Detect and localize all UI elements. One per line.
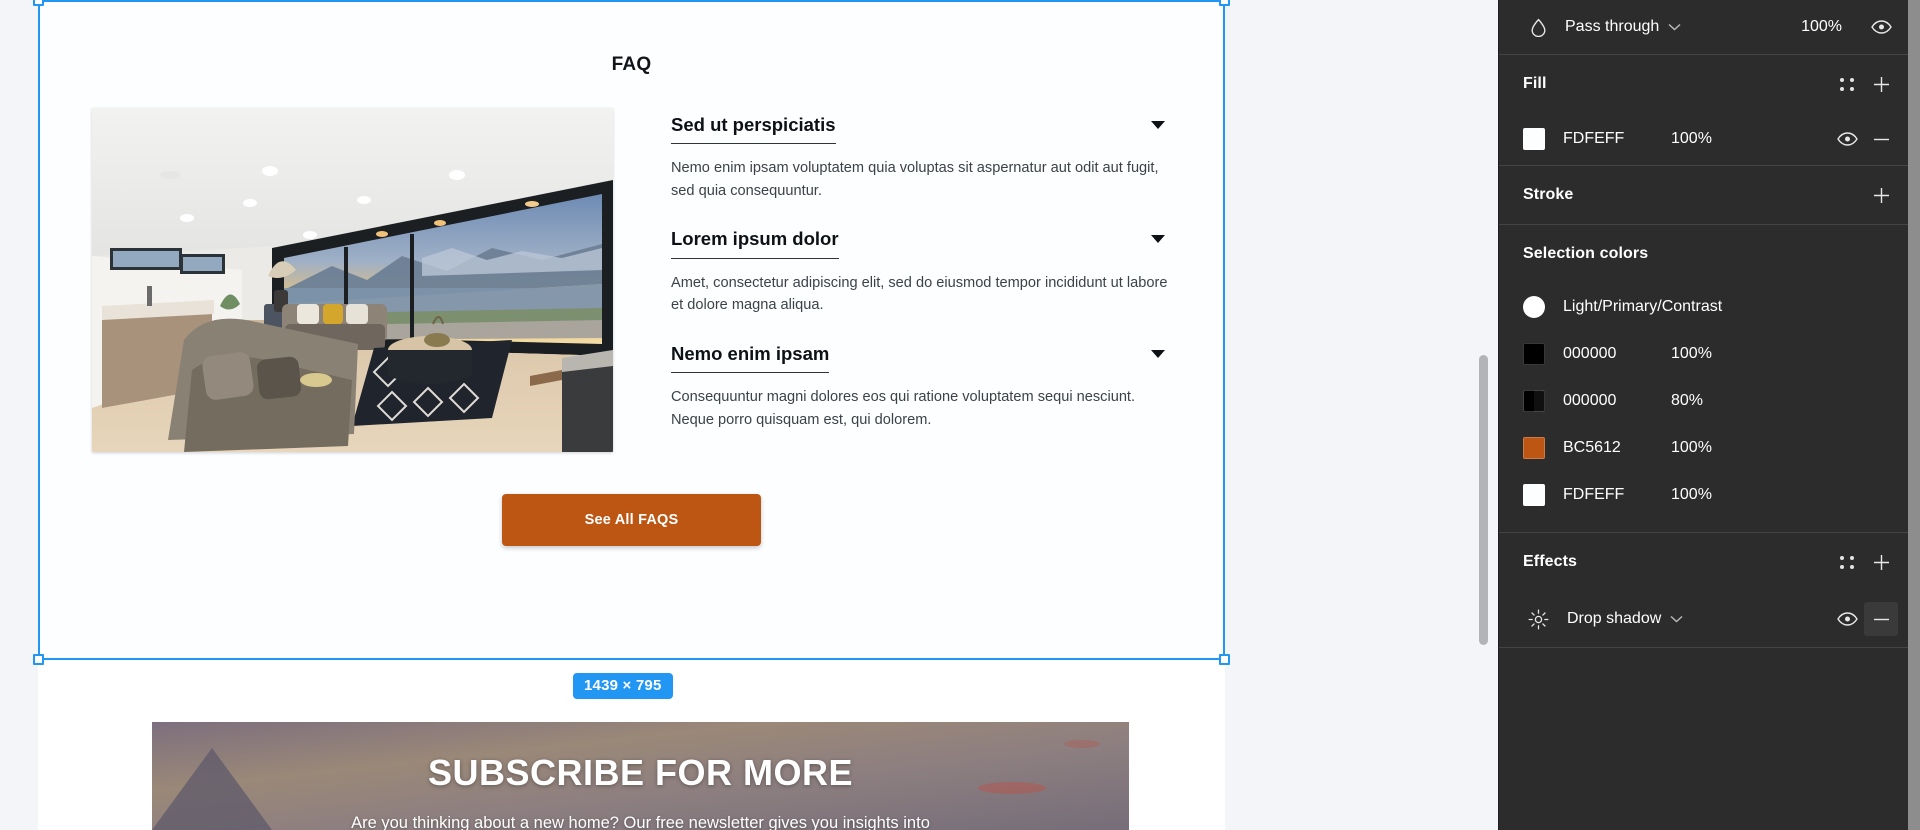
subscribe-content: SUBSCRIBE FOR MORE Are you thinking abou… xyxy=(152,722,1129,830)
stroke-title: Stroke xyxy=(1523,186,1574,203)
minus-icon[interactable] xyxy=(1864,122,1898,156)
faq-question-row[interactable]: Nemo enim ipsam xyxy=(671,343,1175,374)
stroke-section: Stroke xyxy=(1499,166,1920,225)
see-all-faqs-button[interactable]: See All FAQS xyxy=(502,494,761,546)
selection-color-swatch[interactable] xyxy=(1523,389,1545,412)
plus-icon[interactable] xyxy=(1864,178,1898,212)
selection-color-swatch[interactable] xyxy=(1523,295,1545,318)
faq-question-label: Lorem ipsum dolor xyxy=(671,228,839,259)
selection-color-row[interactable]: FDFEFF 100% xyxy=(1499,471,1920,518)
style-dots-icon[interactable] xyxy=(1830,67,1864,101)
blend-mode-label: Pass through xyxy=(1565,18,1660,35)
properties-panel: Pass through 100% Fill FDFEFF 100% Strok… xyxy=(1498,0,1920,830)
effects-header: Effects xyxy=(1499,533,1920,591)
fill-title: Fill xyxy=(1523,75,1547,92)
living-room-photo xyxy=(92,108,613,452)
selection-color-opacity: 100% xyxy=(1671,344,1712,362)
eye-icon[interactable] xyxy=(1830,122,1864,156)
effects-section: Effects Drop shadow xyxy=(1499,533,1920,648)
design-canvas[interactable]: FAQ Sed ut perspiciatis Nemo enim ipsam … xyxy=(0,0,1498,830)
faq-question-row[interactable]: Sed ut perspiciatis xyxy=(671,114,1175,145)
effect-item-row[interactable]: Drop shadow xyxy=(1499,591,1920,647)
chevron-down-icon[interactable] xyxy=(1151,235,1165,244)
faq-answer-text: Nemo enim ipsam voluptatem quia voluptas… xyxy=(671,160,1159,199)
faq-answer-text: Amet, consectetur adipiscing elit, sed d… xyxy=(671,274,1168,314)
selection-color-opacity: 100% xyxy=(1671,438,1712,456)
selection-color-row[interactable]: BC5612 100% xyxy=(1499,424,1920,471)
plus-icon[interactable] xyxy=(1864,545,1898,579)
blend-drop-icon xyxy=(1523,12,1553,42)
minus-icon[interactable] xyxy=(1864,602,1898,636)
selection-color-label: 000000 xyxy=(1563,344,1617,362)
eye-icon[interactable] xyxy=(1864,10,1898,44)
section-padding xyxy=(1499,518,1920,532)
faq-accordion-list: Sed ut perspiciatis Nemo enim ipsam volu… xyxy=(671,108,1175,452)
sun-effect-icon xyxy=(1523,604,1553,634)
stroke-header: Stroke xyxy=(1499,166,1920,224)
faq-heading: FAQ xyxy=(611,54,652,75)
blend-mode-row[interactable]: Pass through 100% xyxy=(1499,0,1920,54)
selection-color-row[interactable]: Light/Primary/Contrast xyxy=(1499,283,1920,330)
selection-colors-header: Selection colors xyxy=(1499,225,1920,283)
selection-color-label: FDFEFF xyxy=(1563,485,1625,503)
selection-colors-title: Selection colors xyxy=(1523,245,1649,262)
selection-color-row[interactable]: 000000 100% xyxy=(1499,330,1920,377)
effect-name-label: Drop shadow xyxy=(1567,610,1662,627)
faq-item[interactable]: Sed ut perspiciatis Nemo enim ipsam volu… xyxy=(671,114,1175,202)
faq-item[interactable]: Nemo enim ipsam Consequuntur magni dolor… xyxy=(671,343,1175,431)
fill-opacity-value[interactable]: 100% xyxy=(1671,130,1731,148)
selection-color-label: 000000 xyxy=(1563,391,1617,409)
blend-opacity-value[interactable]: 100% xyxy=(1780,18,1842,36)
chevron-down-icon[interactable] xyxy=(1151,349,1165,358)
chevron-down-icon[interactable] xyxy=(1151,121,1165,129)
selection-color-row[interactable]: 000000 80% xyxy=(1499,377,1920,424)
subscribe-paragraph: Are you thinking about a new home? Our f… xyxy=(351,814,930,830)
faq-frame[interactable]: FAQ Sed ut perspiciatis Nemo enim ipsam … xyxy=(38,0,1225,660)
selection-color-opacity: 80% xyxy=(1671,391,1704,409)
faq-item[interactable]: Lorem ipsum dolor Amet, consectetur adip… xyxy=(671,228,1175,316)
chevron-down-icon[interactable] xyxy=(1670,615,1683,623)
chevron-down-icon[interactable] xyxy=(1668,23,1681,31)
subscribe-hero-banner[interactable]: SUBSCRIBE FOR MORE Are you thinking abou… xyxy=(152,722,1129,830)
eye-icon[interactable] xyxy=(1830,602,1864,636)
selection-color-swatch[interactable] xyxy=(1523,342,1545,365)
blend-section: Pass through 100% xyxy=(1499,0,1920,55)
selection-color-label: BC5612 xyxy=(1563,438,1621,456)
canvas-vertical-scrollbar[interactable] xyxy=(1479,355,1488,645)
faq-question-label: Nemo enim ipsam xyxy=(671,343,830,374)
fill-header: Fill xyxy=(1499,55,1920,113)
selection-colors-section: Selection colors Light/Primary/Contrast … xyxy=(1499,225,1920,533)
faq-cta-wrapper: See All FAQS xyxy=(38,494,1225,546)
fill-item-row[interactable]: FDFEFF 100% xyxy=(1499,113,1920,165)
selection-size-badge: 1439 × 795 xyxy=(573,673,673,699)
faq-question-label: Sed ut perspiciatis xyxy=(671,114,836,145)
selection-color-opacity: 100% xyxy=(1671,485,1712,503)
panel-vertical-scrollbar[interactable] xyxy=(1908,0,1920,830)
selection-color-swatch[interactable] xyxy=(1523,436,1545,459)
selection-color-swatch[interactable] xyxy=(1523,483,1545,506)
fill-section: Fill FDFEFF 100% xyxy=(1499,55,1920,166)
fill-color-swatch[interactable] xyxy=(1523,128,1545,150)
plus-icon[interactable] xyxy=(1864,67,1898,101)
faq-question-row[interactable]: Lorem ipsum dolor xyxy=(671,228,1175,259)
subscribe-heading: SUBSCRIBE FOR MORE xyxy=(427,752,854,793)
figma-editor-window: FAQ Sed ut perspiciatis Nemo enim ipsam … xyxy=(0,0,1920,830)
faq-body: Sed ut perspiciatis Nemo enim ipsam volu… xyxy=(38,108,1225,452)
effects-title: Effects xyxy=(1523,553,1578,570)
selection-color-label: Light/Primary/Contrast xyxy=(1563,297,1723,315)
style-dots-icon[interactable] xyxy=(1830,545,1864,579)
faq-answer-text: Consequuntur magni dolores eos qui ratio… xyxy=(671,389,1136,428)
fill-hex-value[interactable]: FDFEFF xyxy=(1563,130,1671,148)
